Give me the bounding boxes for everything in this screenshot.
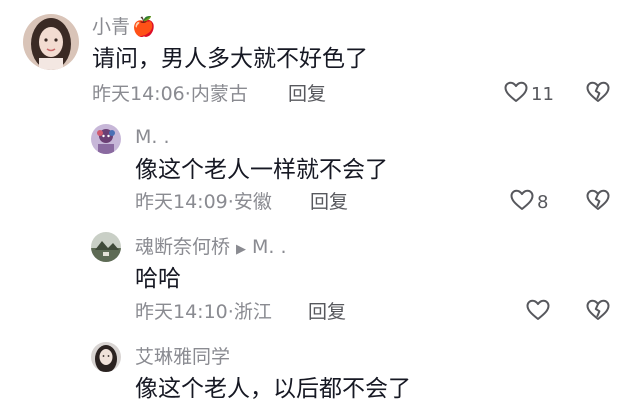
like-button[interactable]: 8 [510,188,548,216]
apple-emoji-icon: 🍎 [132,16,156,38]
reply-button[interactable]: 回复 [310,191,348,213]
comment-username[interactable]: 艾琳雅同学 [135,346,230,368]
comment-location: 内蒙古 [190,83,248,105]
comment-time: 昨天14:06 [92,83,185,105]
like-button[interactable]: 11 [504,80,554,108]
avatar[interactable] [23,14,79,70]
comment-text: 像这个老人，以后都不会了 [135,376,411,402]
comment-meta: 昨天14:10·浙江 [135,301,272,323]
avatar[interactable] [91,232,121,262]
reply-button[interactable]: 回复 [308,301,346,323]
comment-time: 昨天14:10 [135,301,228,323]
dislike-button[interactable] [586,299,610,325]
reply-comment-item: 艾琳雅同学 像这个老人，以后都不会了 [0,335,636,409]
like-button[interactable] [526,298,553,326]
avatar[interactable] [91,342,121,372]
comment-time: 昨天14:09 [135,191,228,213]
avatar[interactable] [91,124,121,154]
reply-comment-item: 魂断奈何桥 ▶ M. . 哈哈 昨天14:10·浙江 回复 [0,225,636,335]
dislike-button[interactable] [586,189,610,215]
comment-text: 请问，男人多大就不好色了 [92,46,368,72]
reply-button[interactable]: 回复 [288,83,326,105]
comment-username[interactable]: M. . [135,126,170,148]
comment-meta: 昨天14:06·内蒙古 [92,83,248,105]
comment-item: 小青 🍎 请问，男人多大就不好色了 昨天14:06·内蒙古 回复 11 [0,0,636,120]
comment-meta: 昨天14:09·安徽 [135,191,272,213]
broken-heart-icon [586,299,610,325]
dislike-button[interactable] [586,81,610,107]
comment-location: 浙江 [233,301,272,323]
like-count: 11 [531,83,554,105]
play-arrow-icon: ▶ [236,242,247,257]
like-count: 8 [537,191,549,213]
reply-comment-item: M. . 像这个老人一样就不会了 昨天14:09·安徽 回复 8 [0,120,636,225]
heart-outline-icon [510,189,534,215]
username-text[interactable]: 魂断奈何桥 [135,236,230,258]
heart-outline-icon [504,81,528,107]
comment-username: 魂断奈何桥 ▶ M. . [135,236,287,261]
comment-text: 像这个老人一样就不会了 [135,157,388,183]
broken-heart-icon [586,81,610,107]
broken-heart-icon [586,189,610,215]
comment-username[interactable]: 小青 🍎 [92,16,156,38]
comment-location: 安徽 [233,191,272,213]
reply-to-username[interactable]: M. . [252,236,287,258]
comment-text: 哈哈 [135,266,181,292]
username-text: 小青 [92,16,131,38]
heart-outline-icon [526,299,550,325]
